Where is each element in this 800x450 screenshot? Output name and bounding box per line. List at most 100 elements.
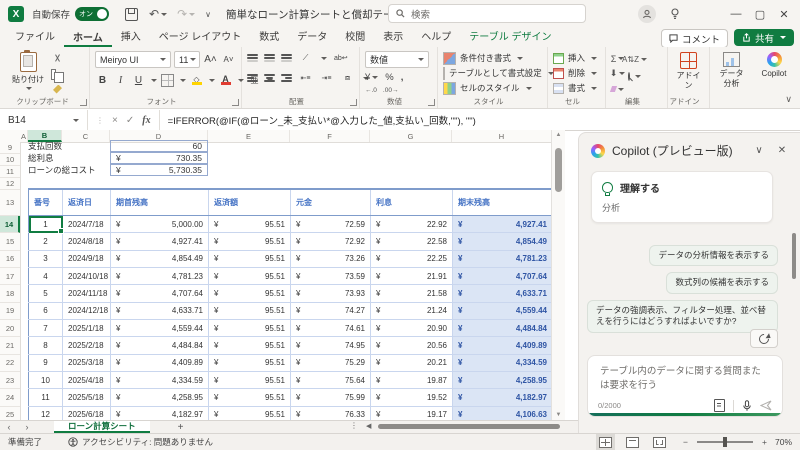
row-header-12[interactable]: 12	[0, 178, 20, 190]
table-cell[interactable]: ¥95.51	[208, 215, 291, 234]
accessibility-status[interactable]: アクセシビリティ: 問題ありません	[82, 436, 213, 448]
table-cell[interactable]: ¥95.51	[208, 267, 291, 286]
column-header-G[interactable]: G	[370, 130, 452, 142]
ribbon-tab-1[interactable]: ホーム	[64, 27, 112, 47]
table-cell[interactable]: ¥4,559.44	[110, 319, 209, 338]
table-cell[interactable]: ¥4,182.97	[452, 388, 553, 407]
table-cell[interactable]: 5	[28, 284, 63, 303]
delete-cells-button[interactable]: 削除	[553, 66, 600, 80]
hscroll-left-icon[interactable]: ◀	[366, 422, 371, 430]
table-cell[interactable]: 12	[28, 406, 63, 420]
clipboard-dialog-launcher-icon[interactable]	[80, 99, 87, 106]
confirm-entry-icon[interactable]: ✓	[126, 115, 134, 126]
row-header-15[interactable]: 15	[0, 233, 20, 251]
sheet-tab[interactable]: ローン計算シート	[54, 421, 150, 433]
microphone-icon[interactable]	[742, 399, 752, 412]
summary-value-2[interactable]: ¥5,730.35	[110, 164, 208, 176]
insert-cells-button[interactable]: 挿入	[553, 51, 600, 65]
decrease-decimal-button[interactable]: .00→	[383, 87, 399, 94]
ribbon-tab-8[interactable]: ヘルプ	[412, 26, 460, 47]
summary-label-2[interactable]: ローンの総コスト	[28, 164, 96, 176]
table-col-header-5[interactable]: 利息	[370, 189, 453, 216]
excel-logo-icon[interactable]: X	[8, 6, 24, 22]
table-cell[interactable]: 2024/9/18	[62, 250, 111, 268]
table-cell[interactable]: 4	[28, 267, 63, 286]
table-cell[interactable]: 2024/7/18	[62, 215, 111, 234]
format-as-table-button[interactable]: テーブルとして書式設定	[443, 66, 554, 80]
table-cell[interactable]: 2024/10/18	[62, 267, 111, 286]
row-header-21[interactable]: 21	[0, 337, 20, 355]
undo-icon[interactable]: ↶	[149, 7, 168, 21]
row-header-11[interactable]: 11	[0, 166, 20, 178]
maximize-button[interactable]: ▢	[748, 8, 772, 21]
column-header-H[interactable]: H	[452, 130, 552, 142]
column-headers[interactable]: ABCDEFGHI	[0, 130, 565, 143]
table-cell[interactable]: ¥95.51	[208, 354, 291, 372]
table-cell[interactable]: ¥95.51	[208, 232, 291, 251]
percent-format-button[interactable]: %	[385, 72, 393, 83]
align-bottom-button[interactable]	[281, 54, 292, 62]
row-headers[interactable]: 9 10 11 12 13 14 15 16 17 18 19 20 21 22 23 24 25	[0, 142, 21, 420]
align-left-button[interactable]	[247, 74, 258, 82]
table-col-header-6[interactable]: 期末残高	[452, 189, 553, 216]
format-painter-button[interactable]	[51, 83, 64, 95]
zoom-in-button[interactable]: +	[762, 437, 767, 447]
copilot-suggestion-card[interactable]: 理解する 分析	[591, 171, 773, 223]
underline-button[interactable]: U	[131, 73, 146, 87]
table-cell[interactable]: ¥4,927.41	[452, 215, 553, 234]
summary-label-1[interactable]: 総利息	[28, 152, 54, 164]
table-cell[interactable]: ¥72.59	[290, 215, 371, 234]
sheet-grid[interactable]: ABCDEFGHI 910111213141516171819202122232…	[0, 130, 565, 420]
paste-button[interactable]: 貼り付け	[9, 50, 47, 95]
ribbon-tab-0[interactable]: ファイル	[6, 26, 64, 47]
row-header-24[interactable]: 24	[0, 389, 20, 407]
table-cell[interactable]: 7	[28, 319, 63, 338]
summary-label-0[interactable]: 支払回数	[28, 140, 62, 152]
fill-button[interactable]: ⬇	[610, 68, 626, 79]
fill-color-button[interactable]: ◇	[189, 73, 204, 87]
font-dialog-launcher-icon[interactable]	[232, 99, 239, 106]
zoom-slider[interactable]	[697, 437, 754, 447]
merge-center-button[interactable]: ⧈	[340, 71, 355, 85]
redo-icon[interactable]: ↷	[177, 7, 196, 21]
orientation-button[interactable]: ⟋	[298, 51, 313, 65]
table-cell[interactable]: ¥4,927.41	[110, 232, 209, 251]
vertical-scroll-thumb[interactable]	[555, 148, 562, 192]
table-cell[interactable]: 2025/1/18	[62, 319, 111, 338]
normal-view-button[interactable]	[599, 436, 613, 448]
table-cell[interactable]: ¥4,707.64	[452, 267, 553, 286]
copilot-suggestion-chip-2[interactable]: データの強調表示、フィルター処理、並べ替えを行うにはどうすればよいですか?	[587, 299, 778, 333]
ribbon-tab-9[interactable]: テーブル デザイン	[460, 26, 560, 47]
zoom-level[interactable]: 70%	[775, 437, 792, 447]
column-header-C[interactable]: C	[62, 130, 110, 142]
name-box-splitter-icon[interactable]: ⋮	[96, 116, 104, 125]
save-icon[interactable]	[125, 7, 139, 21]
ribbon-tab-5[interactable]: データ	[288, 26, 336, 47]
refresh-suggestions-button[interactable]	[750, 329, 778, 348]
table-col-header-0[interactable]: 番号	[28, 189, 63, 216]
table-cell[interactable]: ¥4,854.49	[452, 232, 553, 251]
table-cell[interactable]: 2024/12/18	[62, 302, 111, 320]
table-cell[interactable]: ¥4,484.84	[452, 319, 553, 338]
table-col-header-1[interactable]: 返済日	[62, 189, 111, 216]
row-header-25[interactable]: 25	[0, 407, 20, 420]
table-cell[interactable]: 2025/5/18	[62, 388, 111, 407]
conditional-formatting-button[interactable]: 条件付き書式	[443, 51, 542, 65]
sort-filter-button[interactable]: A⇅Z	[622, 53, 647, 65]
table-cell[interactable]: ¥22.92	[370, 215, 453, 234]
italic-button[interactable]: I	[113, 73, 128, 87]
table-cell[interactable]: ¥4,707.64	[110, 284, 209, 303]
next-sheet-icon[interactable]: ›	[18, 422, 36, 432]
account-avatar[interactable]	[638, 5, 656, 23]
ribbon-tab-2[interactable]: 挿入	[112, 26, 150, 47]
table-cell[interactable]: ¥4,182.97	[110, 406, 209, 420]
row-header-19[interactable]: 19	[0, 303, 20, 320]
table-cell[interactable]: ¥4,409.89	[110, 354, 209, 372]
insert-function-icon[interactable]: fx	[142, 115, 150, 126]
table-cell[interactable]: ¥95.51	[208, 388, 291, 407]
wrap-text-button[interactable]: ab↩	[333, 51, 349, 65]
table-cell[interactable]: 2025/3/18	[62, 354, 111, 372]
table-col-header-3[interactable]: 返済額	[208, 189, 291, 216]
close-button[interactable]: ✕	[772, 8, 796, 21]
table-cell[interactable]: ¥73.26	[290, 250, 371, 268]
